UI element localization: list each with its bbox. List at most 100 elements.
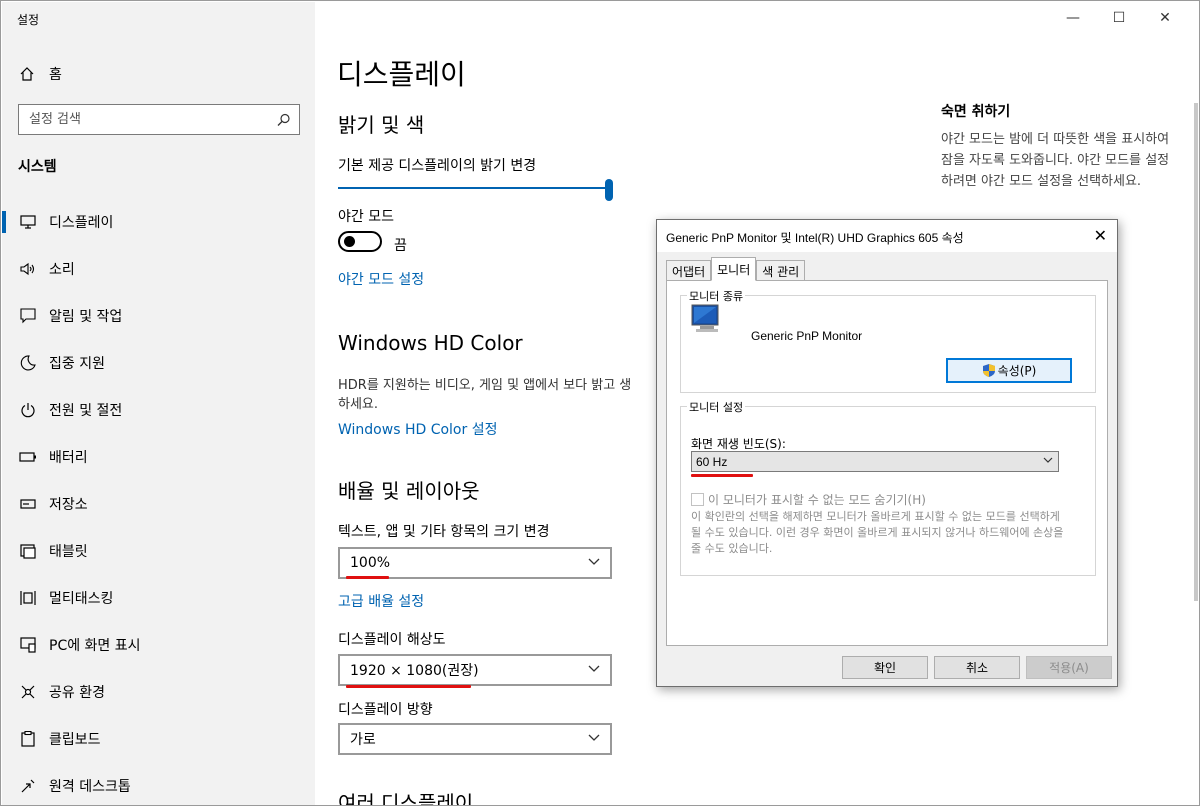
- multi-display-heading: 여러 디스플레이: [338, 791, 474, 806]
- apply-button[interactable]: 적용(A): [1026, 656, 1112, 679]
- search-box[interactable]: [18, 104, 300, 135]
- properties-button[interactable]: 속성(P): [946, 358, 1072, 383]
- chevron-down-icon: [588, 734, 600, 741]
- warning-note: 이 확인란의 선택을 해제하면 모니터가 올바르게 표시할 수 없는 모드를 선…: [691, 510, 1064, 555]
- cancel-button[interactable]: 취소: [934, 656, 1020, 679]
- close-icon[interactable]: ✕: [1094, 226, 1107, 245]
- tab-adapter[interactable]: 어댑터: [666, 260, 712, 281]
- sleep-tips-panel: 숙면 취하기 야간 모드는 밤에 더 따뜻한 색을 표시하여 잠을 자도록 도와…: [941, 101, 1181, 192]
- search-icon: [277, 113, 290, 126]
- tablet-icon: [19, 542, 37, 560]
- section-title: 시스템: [18, 159, 57, 175]
- sidebar-item-project[interactable]: PC에 화면 표시: [2, 621, 315, 668]
- orientation-value: 가로: [350, 732, 376, 748]
- dialog-title: Generic PnP Monitor 및 Intel(R) UHD Graph…: [666, 231, 964, 245]
- home-link[interactable]: 홈: [19, 64, 62, 84]
- sidebar-item-label: PC에 화면 표시: [49, 637, 141, 654]
- sidebar-item-label: 배터리: [49, 449, 88, 466]
- night-mode-toggle[interactable]: [338, 231, 382, 252]
- highlight-underline: [346, 685, 471, 688]
- orientation-label: 디스플레이 방향: [338, 702, 433, 718]
- hdr-description-line1: HDR를 지원하는 비디오, 게임 및 앱에서 보다 밝고 생: [338, 378, 632, 393]
- monitor-tab-panel: 모니터 종류 Generic PnP Monitor 속성(P) 모니터 설정 …: [666, 280, 1108, 646]
- chevron-down-icon: [1043, 457, 1053, 463]
- hide-modes-checkbox[interactable]: 이 모니터가 표시할 수 없는 모드 숨기기(H): [691, 491, 926, 508]
- sleep-tips-text: 야간 모드는 밤에 더 따뜻한 색을 표시하여 잠을 자도록 도와줍니다. 야간…: [941, 132, 1170, 189]
- sidebar-item-share[interactable]: 공유 환경: [2, 668, 315, 715]
- sidebar-item-label: 공유 환경: [49, 684, 105, 701]
- sidebar-item-storage[interactable]: 저장소: [2, 480, 315, 527]
- ok-button[interactable]: 확인: [842, 656, 928, 679]
- hdr-settings-link[interactable]: Windows HD Color 설정: [338, 419, 497, 439]
- group-legend: 모니터 종류: [687, 288, 746, 304]
- resolution-label: 디스플레이 해상도: [338, 632, 446, 648]
- sleep-tips-title: 숙면 취하기: [941, 104, 1011, 120]
- sidebar-item-battery[interactable]: 배터리: [2, 433, 315, 480]
- shield-icon: [982, 364, 995, 377]
- battery-icon: [19, 448, 37, 466]
- tab-color-management[interactable]: 색 관리: [756, 260, 806, 281]
- sidebar-item-display[interactable]: 디스플레이: [2, 198, 315, 245]
- refresh-rate-dropdown[interactable]: 60 Hz: [691, 451, 1059, 472]
- share-icon: [19, 683, 37, 701]
- window-controls: — ☐ ✕: [1050, 7, 1188, 29]
- brightness-slider[interactable]: [338, 179, 613, 205]
- refresh-rate-label: 화면 재생 빈도(S):: [691, 437, 786, 451]
- night-mode-settings-link[interactable]: 야간 모드 설정: [338, 269, 424, 289]
- sidebar-item-sound[interactable]: 소리: [2, 245, 315, 292]
- hdr-description: HDR를 지원하는 비디오, 게임 및 앱에서 보다 밝고 생 하세요.: [338, 376, 668, 414]
- monitor-type-group: 모니터 종류 Generic PnP Monitor 속성(P): [680, 288, 1096, 393]
- hdr-description-line2: 하세요.: [338, 397, 379, 412]
- scale-dropdown[interactable]: 100%: [338, 547, 612, 579]
- resolution-dropdown[interactable]: 1920 × 1080(권장): [338, 654, 612, 686]
- clipboard-icon: [19, 730, 37, 748]
- sidebar: 설정 홈 시스템 디스플레이 소리 알림 및 작업: [2, 2, 315, 805]
- storage-icon: [19, 495, 37, 513]
- sidebar-item-clipboard[interactable]: 클립보드: [2, 715, 315, 762]
- sidebar-item-focus[interactable]: 집중 지원: [2, 339, 315, 386]
- scale-value: 100%: [350, 555, 391, 571]
- power-icon: [19, 401, 37, 419]
- monitor-icon: [19, 213, 37, 231]
- sidebar-item-label: 저장소: [49, 496, 88, 513]
- sidebar-item-multitasking[interactable]: 멀티태스킹: [2, 574, 315, 621]
- sidebar-item-label: 멀티태스킹: [49, 590, 114, 607]
- sidebar-item-label: 전원 및 절전: [49, 402, 123, 419]
- properties-button-label: 속성(P): [997, 364, 1037, 378]
- search-input[interactable]: [19, 105, 259, 134]
- project-icon: [19, 636, 37, 654]
- sidebar-item-label: 태블릿: [49, 543, 88, 560]
- sidebar-item-notifications[interactable]: 알림 및 작업: [2, 292, 315, 339]
- monitor-icon: [691, 304, 719, 332]
- sidebar-item-remote[interactable]: 원격 데스크톱: [2, 762, 315, 805]
- night-mode-label: 야간 모드: [338, 209, 394, 225]
- slider-thumb[interactable]: [605, 179, 613, 201]
- sidebar-item-label: 클립보드: [49, 731, 101, 748]
- sidebar-item-label: 집중 지원: [49, 355, 105, 372]
- refresh-rate-value: 60 Hz: [696, 454, 728, 469]
- sidebar-item-power[interactable]: 전원 및 절전: [2, 386, 315, 433]
- hide-modes-label: 이 모니터가 표시할 수 없는 모드 숨기기(H): [708, 493, 926, 507]
- scrollbar[interactable]: [1194, 103, 1198, 601]
- maximize-icon[interactable]: ☐: [1096, 7, 1142, 29]
- page-title: 디스플레이: [337, 58, 466, 91]
- tab-monitor[interactable]: 모니터: [711, 257, 757, 281]
- sidebar-item-tablet[interactable]: 태블릿: [2, 527, 315, 574]
- settings-window: 설정 홈 시스템 디스플레이 소리 알림 및 작업: [0, 0, 1200, 806]
- minimize-icon[interactable]: —: [1050, 7, 1096, 29]
- remote-icon: [19, 777, 37, 795]
- scale-label: 텍스트, 앱 및 기타 항목의 크기 변경: [338, 524, 550, 540]
- checkbox-box[interactable]: [691, 493, 704, 506]
- sidebar-item-label: 원격 데스크톱: [49, 778, 131, 795]
- resolution-value: 1920 × 1080(권장): [350, 663, 479, 679]
- dialog-tabs: 어댑터 모니터 색 관리: [666, 257, 806, 281]
- close-icon[interactable]: ✕: [1142, 7, 1188, 29]
- orientation-dropdown[interactable]: 가로: [338, 723, 612, 755]
- app-title: 설정: [17, 13, 40, 27]
- moon-icon: [19, 354, 37, 372]
- sidebar-item-label: 소리: [49, 261, 75, 278]
- sidebar-item-label: 알림 및 작업: [49, 308, 123, 325]
- monitor-properties-dialog: Generic PnP Monitor 및 Intel(R) UHD Graph…: [656, 219, 1118, 687]
- advanced-scaling-link[interactable]: 고급 배율 설정: [338, 591, 424, 611]
- highlight-underline: [346, 576, 389, 579]
